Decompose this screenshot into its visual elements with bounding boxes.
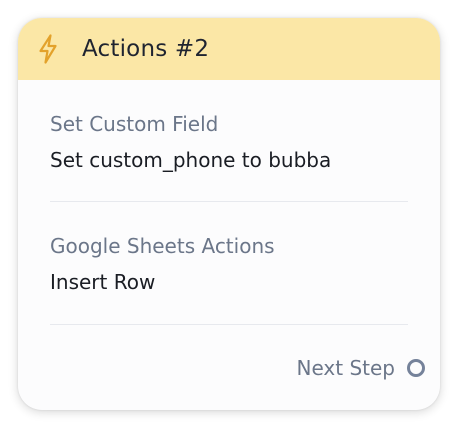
divider	[50, 201, 408, 202]
card-header: Actions #2	[18, 18, 440, 80]
card-title: Actions #2	[82, 36, 210, 62]
action-item-google-sheets[interactable]: Google Sheets Actions Insert Row	[50, 234, 408, 294]
connector-ring-icon[interactable]	[407, 359, 425, 377]
action-label: Set Custom Field	[50, 112, 219, 136]
action-card[interactable]: Actions #2 Set Custom Field Set custom_p…	[18, 18, 440, 410]
lightning-bolt-icon	[36, 33, 60, 65]
next-step-connector[interactable]: Next Step	[296, 356, 425, 380]
divider	[50, 324, 408, 325]
action-item-set-custom-field[interactable]: Set Custom Field Set custom_phone to bub…	[50, 112, 408, 172]
next-step-label: Next Step	[296, 356, 396, 380]
action-label: Google Sheets Actions	[50, 234, 275, 258]
action-value: Set custom_phone to bubba	[50, 148, 332, 172]
action-value: Insert Row	[50, 270, 156, 294]
